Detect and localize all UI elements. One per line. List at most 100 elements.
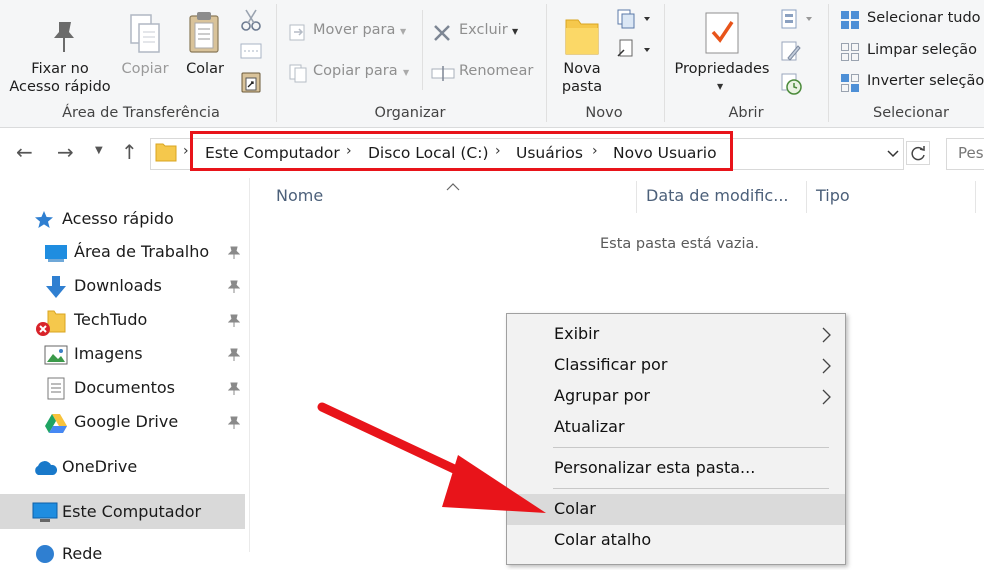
select-all-icon	[841, 11, 859, 29]
sidebar-item-label: Área de Trabalho	[74, 242, 210, 261]
star-icon	[35, 211, 53, 228]
computer-icon	[32, 502, 58, 522]
invert-selection-icon	[841, 74, 859, 92]
properties-icon	[705, 12, 739, 54]
paste-button[interactable]: Colar	[178, 6, 232, 96]
column-header-name[interactable]: Nome	[276, 186, 323, 205]
breadcrumb-separator[interactable]: ›	[183, 143, 189, 159]
sidebar-item-label: Google Drive	[74, 412, 179, 431]
select-group-label: Selecionar	[873, 105, 949, 121]
new-item-icon[interactable]	[616, 8, 652, 30]
pin-quick-access-button[interactable]: Fixar no Acesso rápido	[4, 6, 116, 100]
new-folder-icon	[565, 19, 599, 55]
delete-icon	[434, 25, 450, 41]
select-all-button[interactable]: Selecionar tudo	[838, 8, 984, 32]
menu-item-agrupar-por[interactable]: Agrupar por	[507, 381, 845, 411]
sidebar-item-network[interactable]: Rede	[30, 540, 245, 570]
properties-button[interactable]: Propriedades ▼	[670, 6, 774, 100]
pin-icon[interactable]	[228, 382, 240, 396]
edit-icon[interactable]	[780, 40, 802, 64]
clear-selection-button[interactable]: Limpar seleção	[838, 40, 984, 64]
history-icon[interactable]	[780, 72, 804, 96]
sidebar-item-documents[interactable]: Documentos	[40, 374, 245, 404]
menu-separator	[553, 447, 829, 448]
chevron-down-icon: ▼	[717, 82, 724, 91]
delete-label: Excluir	[459, 22, 508, 38]
column-divider[interactable]	[975, 181, 976, 213]
chevron-right-icon	[822, 327, 831, 343]
sidebar-item-onedrive[interactable]: OneDrive	[30, 453, 245, 483]
menu-item-label: Colar atalho	[554, 530, 652, 549]
new-folder-label-line2: pasta	[561, 79, 603, 95]
properties-label: Propriedades	[674, 61, 770, 77]
menu-item-label: Agrupar por	[554, 386, 650, 405]
menu-item-exibir[interactable]: Exibir	[507, 319, 845, 349]
menu-item-classificar-por[interactable]: Classificar por	[507, 350, 845, 380]
copy-path-icon[interactable]	[240, 42, 262, 60]
pin-icon[interactable]	[228, 348, 240, 362]
menu-item-colar[interactable]: Colar	[507, 494, 845, 525]
chevron-down-icon: ▼	[512, 27, 519, 36]
search-placeholder: Pes	[958, 144, 984, 162]
sidebar-item-this-pc[interactable]: Este Computador	[30, 497, 245, 527]
menu-item-atualizar[interactable]: Atualizar	[507, 412, 845, 442]
move-to-button[interactable]: Mover para ▼	[286, 18, 414, 44]
invert-selection-button[interactable]: Inverter seleção	[838, 71, 984, 95]
column-header-date[interactable]: Data de modific...	[646, 186, 788, 205]
download-icon	[46, 276, 66, 298]
folder-icon	[155, 143, 177, 162]
ribbon-divider	[422, 10, 423, 90]
sidebar-item-label: Imagens	[74, 344, 143, 363]
network-icon	[36, 545, 54, 563]
back-arrow-icon[interactable]: ←	[16, 140, 33, 164]
pin-icon[interactable]	[228, 246, 240, 260]
pin-icon[interactable]	[228, 416, 240, 430]
menu-item-colar-atalho[interactable]: Colar atalho	[507, 525, 845, 555]
sidebar-item-quick-access[interactable]: Acesso rápido	[30, 204, 245, 234]
menu-item-label: Personalizar esta pasta...	[554, 458, 756, 477]
copy-button[interactable]: Copiar	[118, 6, 172, 96]
sort-ascending-icon	[446, 176, 460, 195]
copy-to-button[interactable]: Copiar para ▼	[286, 59, 414, 85]
recent-locations-chevron-icon[interactable]: ▼	[95, 145, 103, 156]
documents-icon	[47, 377, 65, 400]
context-menu: Exibir Classificar por Agrupar por Atual…	[506, 313, 846, 565]
refresh-icon[interactable]	[906, 141, 930, 165]
sidebar-item-techtudo[interactable]: TechTudo	[30, 306, 245, 336]
column-divider[interactable]	[806, 181, 807, 213]
sidebar-item-downloads[interactable]: Downloads	[40, 272, 245, 302]
sidebar-item-google-drive[interactable]: Google Drive	[40, 408, 245, 438]
easy-access-icon[interactable]	[616, 38, 652, 62]
pin-icon	[54, 22, 74, 52]
menu-item-label: Exibir	[554, 324, 600, 343]
open-icon[interactable]	[780, 8, 816, 32]
column-header-type[interactable]: Tipo	[816, 186, 850, 205]
pin-icon[interactable]	[228, 314, 240, 328]
paste-icon	[189, 12, 219, 53]
empty-folder-message: Esta pasta está vazia.	[600, 236, 759, 252]
ribbon-divider	[664, 4, 665, 122]
pin-icon[interactable]	[228, 280, 240, 294]
menu-item-personalizar-pasta[interactable]: Personalizar esta pasta...	[507, 453, 845, 483]
rename-button[interactable]: Renomear	[430, 59, 540, 85]
open-group-label: Abrir	[728, 105, 764, 121]
desktop-icon	[45, 245, 67, 262]
copy-icon	[130, 14, 160, 53]
move-to-label: Mover para	[313, 22, 396, 38]
menu-item-label: Colar	[554, 499, 596, 518]
paste-shortcut-icon[interactable]	[240, 70, 262, 94]
copy-label: Copiar	[121, 61, 169, 77]
delete-button[interactable]: Excluir ▼	[430, 18, 530, 44]
search-input[interactable]: Pes	[946, 138, 984, 170]
sidebar-item-desktop[interactable]: Área de Trabalho	[40, 238, 245, 268]
up-arrow-icon[interactable]: ↑	[121, 140, 138, 164]
chevron-down-icon: ▼	[403, 68, 410, 77]
new-folder-button[interactable]: Nova pasta	[556, 6, 608, 98]
address-dropdown-chevron-icon[interactable]	[886, 145, 900, 159]
forward-arrow-icon[interactable]: →	[57, 140, 74, 164]
ribbon-divider	[546, 4, 547, 122]
sidebar-item-pictures[interactable]: Imagens	[40, 340, 245, 370]
highlight-box	[190, 131, 733, 171]
cut-icon[interactable]	[240, 8, 262, 32]
column-divider[interactable]	[636, 181, 637, 213]
